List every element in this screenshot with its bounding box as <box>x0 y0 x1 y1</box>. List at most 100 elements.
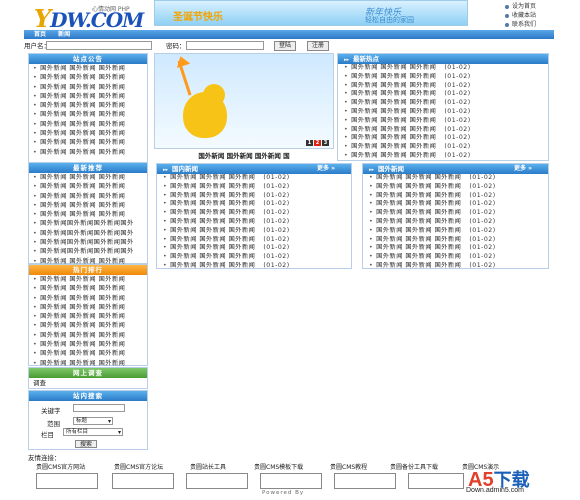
list-item[interactable]: 国外新闻 国外新闻 国外新闻 <box>29 148 147 157</box>
friend-link[interactable]: 贵圆CMS官方论坛 <box>114 462 163 471</box>
news-row[interactable]: 国外新闻 国外新闻 国外新闻(01-02) <box>157 236 351 245</box>
list-item[interactable]: 国外新闻 国外新闻 国外新闻 <box>29 129 147 138</box>
nav-item-home[interactable]: 首页 <box>34 30 46 39</box>
link-logo-box[interactable] <box>408 473 464 489</box>
slide-page-1[interactable]: 1 <box>306 140 313 146</box>
header-banner[interactable]: 圣诞节快乐 新年快乐 轻松自由的家园 <box>154 0 468 26</box>
set-homepage-link[interactable]: 设为首页 <box>505 2 536 11</box>
news-row[interactable]: 国外新闻 国外新闻 国外新闻(01-02) <box>157 244 351 253</box>
news-row[interactable]: 国外新闻 国外新闻 国外新闻(01-02) <box>157 262 351 271</box>
list-item[interactable]: 国外新闻 国外新闻 国外新闻 <box>29 331 147 340</box>
list-item[interactable]: 国外新闻国外新闻国外新闻国外 <box>29 247 147 256</box>
friend-link[interactable]: 贵圆站长工具 <box>190 462 226 471</box>
list-item[interactable]: 国外新闻 国外新闻 国外新闻 <box>29 182 147 191</box>
news-row[interactable]: 国外新闻 国外新闻 国外新闻(01-02) <box>363 192 548 201</box>
list-item[interactable]: 国外新闻 国外新闻 国外新闻 <box>29 173 147 182</box>
news-row[interactable]: 国外新闻 国外新闻 国外新闻(01-02) <box>363 183 548 192</box>
list-item[interactable]: 国外新闻 国外新闻 国外新闻 <box>29 101 147 110</box>
link-logo-box[interactable] <box>186 473 248 489</box>
news-row[interactable]: 国外新闻 国外新闻 国外新闻(01-02) <box>338 134 548 143</box>
news-row[interactable]: 国外新闻 国外新闻 国外新闻(01-02) <box>363 227 548 236</box>
news-row[interactable]: 国外新闻 国外新闻 国外新闻(01-02) <box>363 262 548 271</box>
list-item[interactable]: 国外新闻 国外新闻 国外新闻 <box>29 210 147 219</box>
notice-box: 站点公告 国外新闻 国外新闻 国外新闻 国外新闻 国外新闻 国外新闻 国外新闻 … <box>28 53 148 163</box>
register-button[interactable]: 注册 <box>307 41 329 51</box>
bookmark-link[interactable]: 收藏本站 <box>505 11 536 20</box>
list-item[interactable]: 国外新闻 国外新闻 国外新闻 <box>29 73 147 82</box>
friend-link[interactable]: 贵圆CMS官方网站 <box>36 462 85 471</box>
password-input[interactable] <box>186 41 264 50</box>
site-slogan: 心情动网 PHP <box>92 6 130 13</box>
more-link[interactable]: 更多 » <box>317 164 335 174</box>
news-row[interactable]: 国外新闻 国外新闻 国外新闻(01-02) <box>157 227 351 236</box>
news-row[interactable]: 国外新闻 国外新闻 国外新闻(01-02) <box>363 244 548 253</box>
news-row[interactable]: 国外新闻 国外新闻 国外新闻(01-02) <box>157 218 351 227</box>
username-input[interactable] <box>46 41 152 50</box>
nav-item-news[interactable]: 新闻 <box>58 30 70 39</box>
list-item[interactable]: 国外新闻 国外新闻 国外新闻 <box>29 64 147 73</box>
link-logo-box[interactable] <box>36 473 98 489</box>
friend-link[interactable]: 贵圆CMS模板下载 <box>254 462 303 471</box>
list-item[interactable]: 国外新闻国外新闻国外新闻国外 <box>29 238 147 247</box>
list-item[interactable]: 国外新闻 国外新闻 国外新闻 <box>29 201 147 210</box>
news-row[interactable]: 国外新闻 国外新闻 国外新闻(01-02) <box>157 174 351 183</box>
list-item[interactable]: 国外新闻 国外新闻 国外新闻 <box>29 83 147 92</box>
news-row[interactable]: 国外新闻 国外新闻 国外新闻(01-02) <box>338 73 548 82</box>
photo-slider[interactable]: 123 <box>154 53 334 149</box>
news-row[interactable]: 国外新闻 国外新闻 国外新闻(01-02) <box>157 200 351 209</box>
list-item[interactable]: 国外新闻 国外新闻 国外新闻 <box>29 275 147 284</box>
friend-link[interactable]: 贵圆CMS教程 <box>330 462 367 471</box>
quick-links: 设为首页 收藏本站 联系我们 <box>505 2 536 29</box>
a5-watermark-url: Down.admin5.com <box>466 487 524 494</box>
login-button[interactable]: 登陆 <box>274 41 296 51</box>
list-item[interactable]: 国外新闻 国外新闻 国外新闻 <box>29 138 147 147</box>
list-item[interactable]: 国外新闻 国外新闻 国外新闻 <box>29 312 147 321</box>
list-item[interactable]: 国外新闻 国外新闻 国外新闻 <box>29 349 147 358</box>
photo-caption[interactable]: 国外新闻 国外新闻 国外新闻 国 <box>154 150 334 160</box>
news-row[interactable]: 国外新闻 国外新闻 国外新闻(01-02) <box>338 152 548 161</box>
list-item[interactable]: 国外新闻 国外新闻 国外新闻 <box>29 110 147 119</box>
more-link[interactable]: 更多 » <box>514 164 532 174</box>
news-row[interactable]: 国外新闻 国外新闻 国外新闻(01-02) <box>338 126 548 135</box>
slide-page-2[interactable]: 2 <box>314 140 321 146</box>
keyword-input[interactable] <box>73 404 125 412</box>
news-row[interactable]: 国外新闻 国外新闻 国外新闻(01-02) <box>338 99 548 108</box>
link-logo-box[interactable] <box>260 473 322 489</box>
news-row[interactable]: 国外新闻 国外新闻 国外新闻(01-02) <box>157 183 351 192</box>
news-row[interactable]: 国外新闻 国外新闻 国外新闻(01-02) <box>338 64 548 73</box>
news-row[interactable]: 国外新闻 国外新闻 国外新闻(01-02) <box>157 192 351 201</box>
friend-link[interactable]: 贵圆备份工具下载 <box>390 462 438 471</box>
list-item[interactable]: 国外新闻 国外新闻 国外新闻 <box>29 92 147 101</box>
news-row[interactable]: 国外新闻 国外新闻 国外新闻(01-02) <box>157 209 351 218</box>
list-item[interactable]: 国外新闻 国外新闻 国外新闻 <box>29 120 147 129</box>
list-item[interactable]: 国外新闻国外新闻国外新闻国外 <box>29 219 147 228</box>
news-row[interactable]: 国外新闻 国外新闻 国外新闻(01-02) <box>338 90 548 99</box>
search-button[interactable]: 搜索 <box>75 440 97 448</box>
footer-powered-by: Powered By <box>262 490 305 496</box>
list-item[interactable]: 国外新闻 国外新闻 国外新闻 <box>29 284 147 293</box>
slide-page-3[interactable]: 3 <box>322 140 329 146</box>
list-item[interactable]: 国外新闻 国外新闻 国外新闻 <box>29 294 147 303</box>
news-row[interactable]: 国外新闻 国外新闻 国外新闻(01-02) <box>363 253 548 262</box>
news-row[interactable]: 国外新闻 国外新闻 国外新闻(01-02) <box>338 82 548 91</box>
list-item[interactable]: 国外新闻 国外新闻 国外新闻 <box>29 340 147 349</box>
news-row[interactable]: 国外新闻 国外新闻 国外新闻(01-02) <box>363 200 548 209</box>
news-row[interactable]: 国外新闻 国外新闻 国外新闻(01-02) <box>338 108 548 117</box>
news-row[interactable]: 国外新闻 国外新闻 国外新闻(01-02) <box>338 117 548 126</box>
list-item[interactable]: 国外新闻 国外新闻 国外新闻 <box>29 303 147 312</box>
news-row[interactable]: 国外新闻 国外新闻 国外新闻(01-02) <box>363 236 548 245</box>
news-row[interactable]: 国外新闻 国外新闻 国外新闻(01-02) <box>363 209 548 218</box>
column-select[interactable]: 所有栏目 <box>63 428 123 436</box>
news-row[interactable]: 国外新闻 国外新闻 国外新闻(01-02) <box>363 218 548 227</box>
list-item[interactable]: 国外新闻 国外新闻 国外新闻 <box>29 192 147 201</box>
list-item[interactable]: 国外新闻国外新闻国外新闻国外 <box>29 229 147 238</box>
news-row[interactable]: 国外新闻 国外新闻 国外新闻(01-02) <box>338 143 548 152</box>
news-row[interactable]: 国外新闻 国外新闻 国外新闻(01-02) <box>363 174 548 183</box>
news-row[interactable]: 国外新闻 国外新闻 国外新闻(01-02) <box>157 253 351 262</box>
contact-link[interactable]: 联系我们 <box>505 20 536 29</box>
link-logo-box[interactable] <box>334 473 396 489</box>
range-select[interactable]: 标题 <box>73 417 113 425</box>
list-item[interactable]: 国外新闻 国外新闻 国外新闻 <box>29 321 147 330</box>
link-logo-box[interactable] <box>112 473 174 489</box>
bullet-icon <box>505 13 509 18</box>
